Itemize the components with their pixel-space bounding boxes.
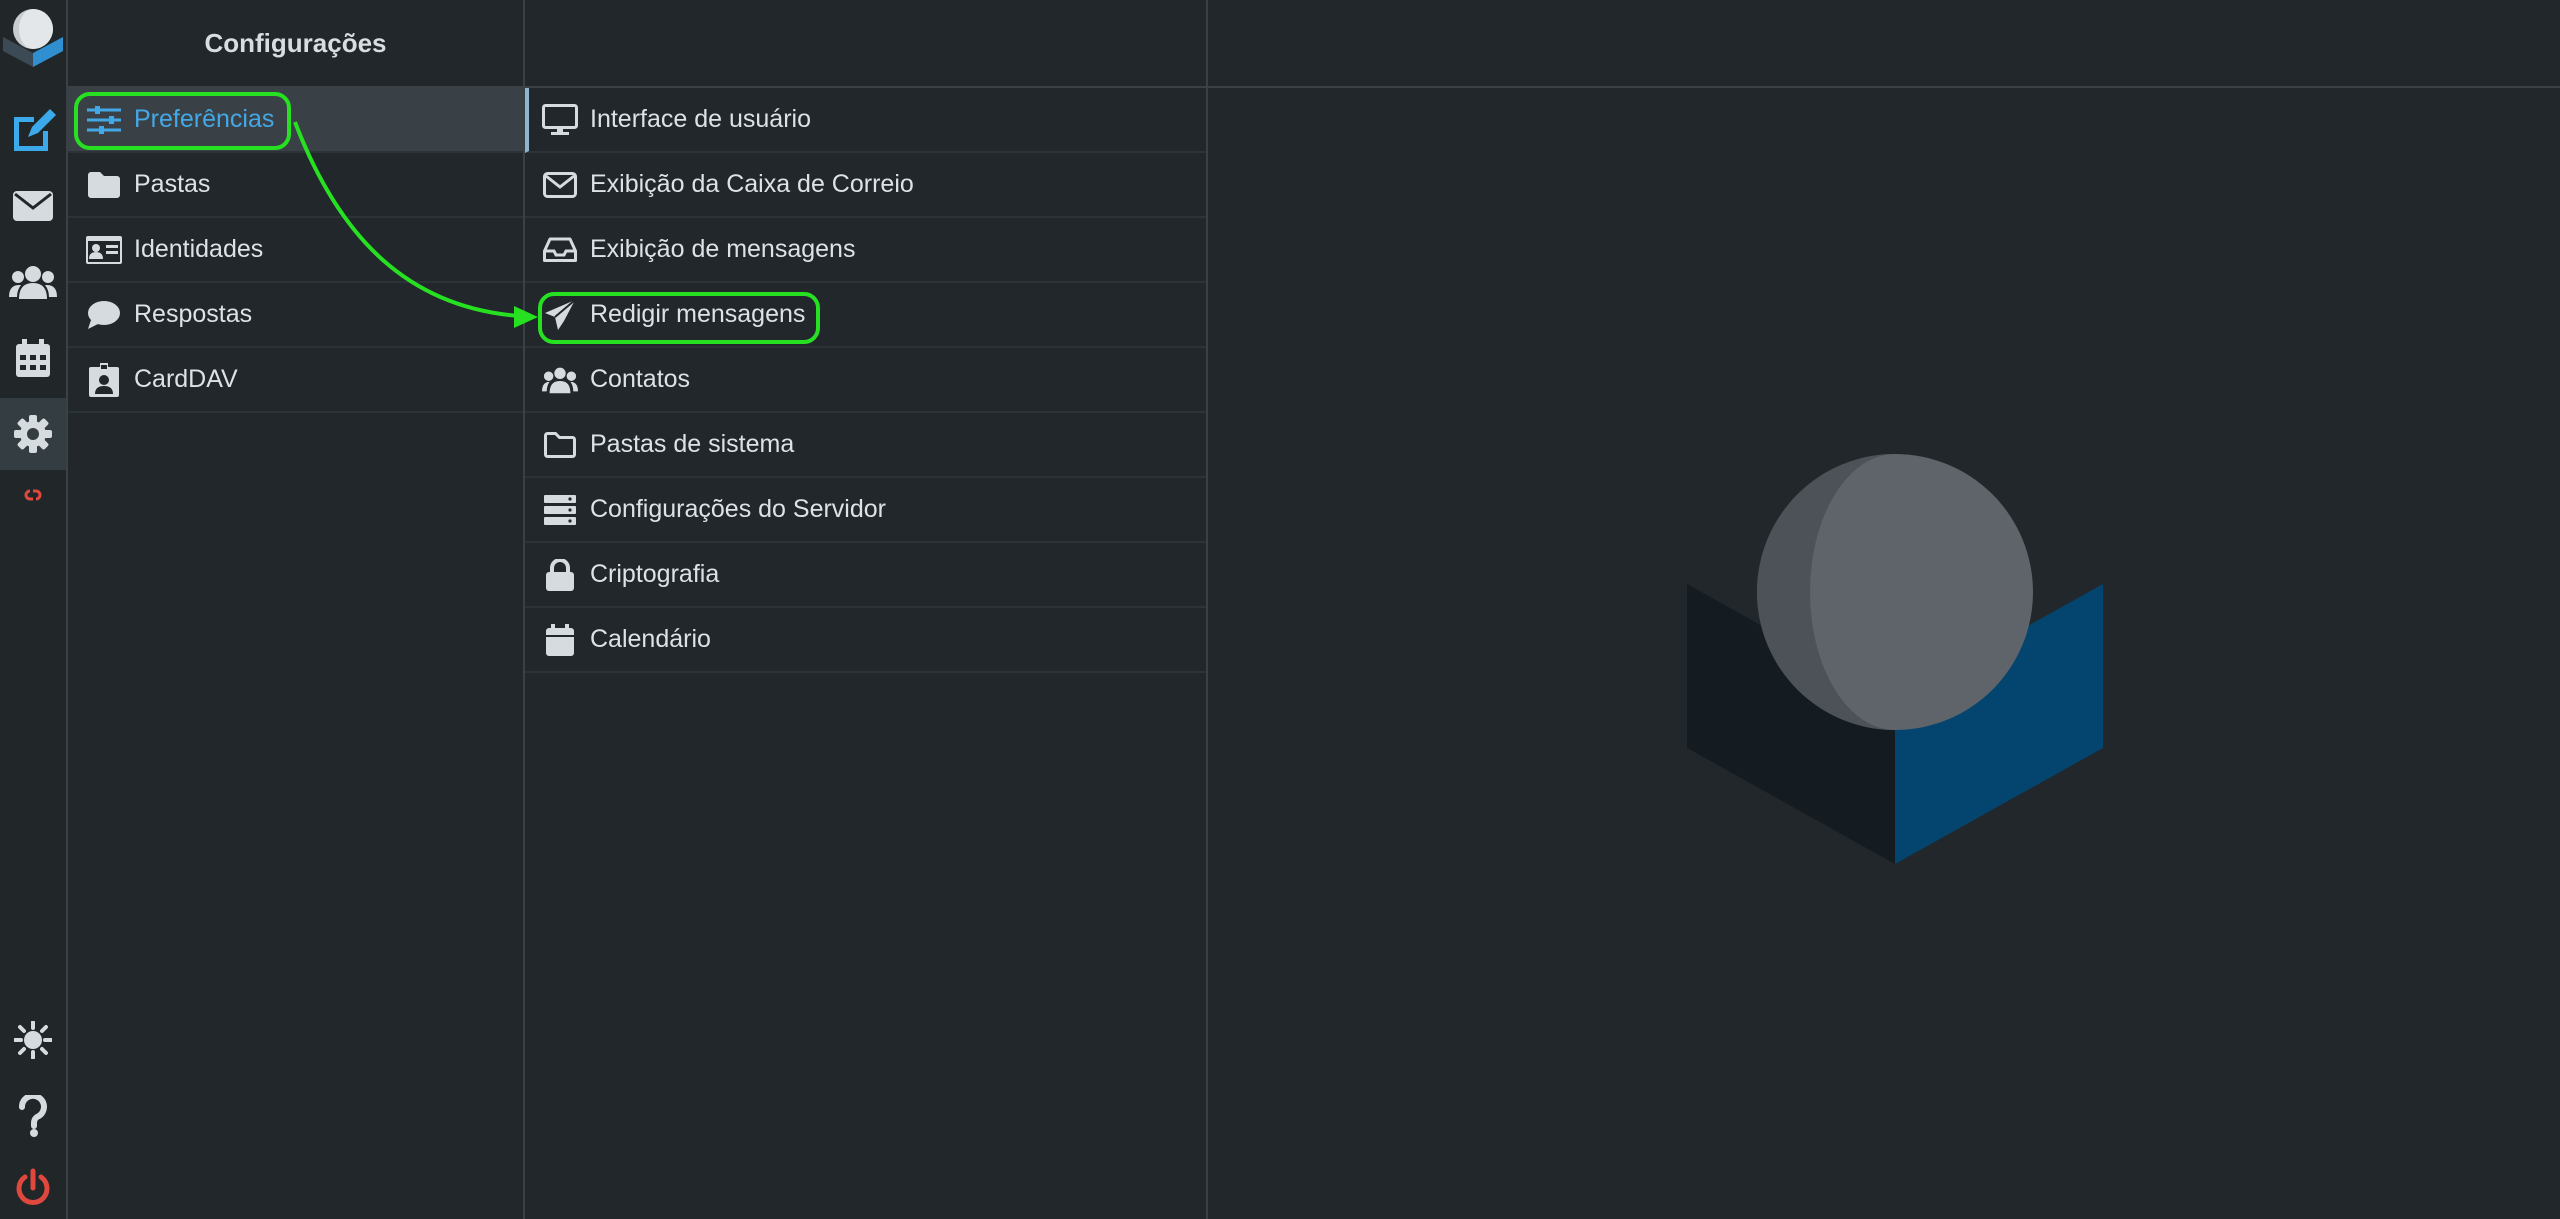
section-label: Identidades [134,235,264,263]
folder-icon [86,169,122,201]
section-item-identities[interactable]: Identidades [68,218,523,283]
section-item-carddav[interactable]: CardDAV [68,348,523,413]
server-icon [542,494,578,526]
pref-label: Redigir mensagens [590,300,806,328]
pref-label: Configurações do Servidor [590,495,886,523]
pref-item-contacts[interactable]: Contatos [525,348,1206,413]
pref-item-message-view[interactable]: Exibição de mensagens [525,218,1206,283]
link-icon[interactable] [0,460,66,530]
app-window: Configurações Preferências Pastas Identi… [0,0,2560,1219]
pref-label: Calendário [590,625,711,653]
content-area [1208,0,2560,1219]
section-label: Respostas [134,300,253,328]
pref-item-mailbox-view[interactable]: Exibição da Caixa de Correio [525,153,1206,218]
monitor-icon [542,103,578,136]
settings-sections-list: Preferências Pastas Identidades Resposta… [68,88,523,413]
section-label: Pastas [134,170,211,198]
pref-label: Interface de usuário [590,105,811,133]
section-label: CardDAV [134,365,238,393]
calendar-icon[interactable] [0,322,66,394]
pref-item-encryption[interactable]: Criptografia [525,543,1206,608]
pref-label: Exibição da Caixa de Correio [590,170,914,198]
section-item-folders[interactable]: Pastas [68,153,523,218]
left-rail [0,0,68,1219]
logout-power-icon[interactable] [0,1156,66,1219]
comment-icon [86,299,122,331]
sliders-icon [86,104,122,136]
pref-item-user-interface[interactable]: Interface de usuário [525,88,1206,153]
pref-label: Exibição de mensagens [590,235,856,263]
envelope-icon [542,169,578,201]
mail-icon[interactable] [0,170,66,242]
id-card-icon [86,234,122,266]
panel-header [525,0,1206,88]
paper-plane-icon [542,298,578,331]
pref-label: Contatos [590,365,691,393]
settings-sections-panel: Configurações Preferências Pastas Identi… [68,0,525,1219]
calendar-icon [542,623,578,656]
section-label: Preferências [134,105,275,133]
folder-outline-icon [542,429,578,461]
section-item-responses[interactable]: Respostas [68,283,523,348]
pref-item-system-folders[interactable]: Pastas de sistema [525,413,1206,478]
panel-header: Configurações [68,0,523,88]
inbox-icon [542,234,578,266]
logo-icon[interactable] [0,0,66,70]
section-item-preferences[interactable]: Preferências [68,88,523,153]
contact-badge-icon [86,362,122,397]
help-icon[interactable] [0,1080,66,1152]
pref-label: Pastas de sistema [590,430,795,458]
preferences-list: Interface de usuário Exibição da Caixa d… [525,88,1206,673]
roundcube-watermark-logo [1687,454,2103,864]
pref-item-compose-messages[interactable]: Redigir mensagens [525,283,1206,348]
theme-sun-icon[interactable] [0,1004,66,1076]
compose-icon[interactable] [0,94,66,166]
content-header [1208,0,2560,88]
lock-icon [542,558,578,591]
pref-label: Criptografia [590,560,720,588]
preferences-sections-panel: Interface de usuário Exibição da Caixa d… [525,0,1208,1219]
contacts-icon[interactable] [0,246,66,318]
page-title: Configurações [204,27,387,58]
pref-item-server-settings[interactable]: Configurações do Servidor [525,478,1206,543]
pref-item-calendar[interactable]: Calendário [525,608,1206,673]
users-icon [542,364,578,396]
